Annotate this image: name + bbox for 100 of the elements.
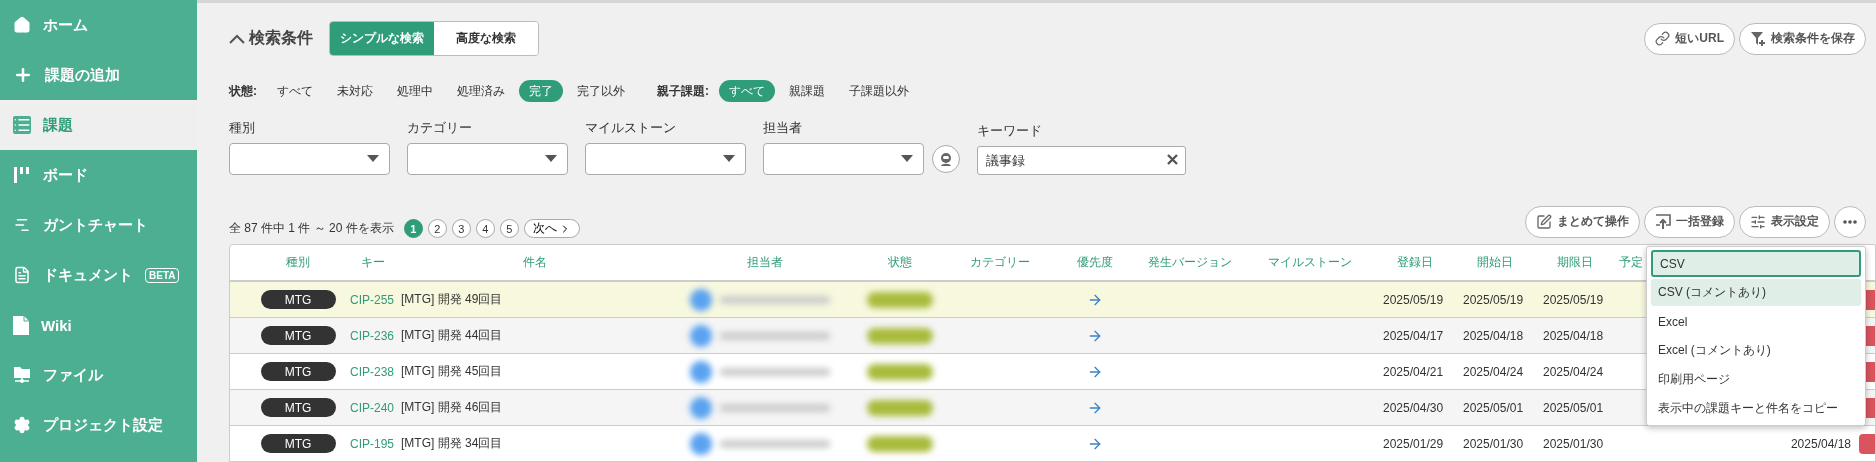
issue-type-tag: MTG <box>260 362 336 381</box>
column-header[interactable]: 開始日 <box>1477 254 1513 271</box>
issue-type-tag: MTG <box>260 290 336 309</box>
upload-icon <box>1655 213 1671 230</box>
table-cell-text: 2025/05/19 <box>1462 292 1525 307</box>
select-field[interactable] <box>585 143 746 175</box>
blurred-status-badge <box>867 435 933 452</box>
blurred-avatar <box>690 396 712 419</box>
action-button[interactable]: 検索条件を保存 <box>1739 22 1866 55</box>
person-icon <box>938 151 954 167</box>
filter-option[interactable]: 親課題 <box>779 80 835 102</box>
table-cell-text: 2025/04/24 <box>1462 364 1525 379</box>
field-label: マイルストーン <box>585 119 677 137</box>
blurred-status-badge <box>867 399 933 416</box>
table-cell-text: 2025/01/30 <box>1462 436 1525 451</box>
column-header[interactable]: マイルストーン <box>1268 254 1352 271</box>
issue-type-tag: MTG <box>260 326 336 345</box>
column-header[interactable]: カテゴリー <box>970 254 1030 271</box>
settings-icon <box>13 416 31 434</box>
document-icon <box>13 266 31 284</box>
blurred-avatar <box>690 288 712 311</box>
column-header[interactable]: 予定 <box>1615 254 1643 271</box>
home-icon <box>13 16 31 34</box>
edit-icon <box>1536 213 1552 230</box>
gantt-chart-icon <box>13 216 31 234</box>
dropdown-caret-icon <box>367 155 379 163</box>
field-label: 種別 <box>229 119 256 137</box>
blurred-avatar <box>690 432 712 455</box>
column-header[interactable]: キー <box>360 254 385 271</box>
plus-icon <box>13 65 33 85</box>
blurred-status-badge <box>867 291 933 308</box>
column-header[interactable]: 種別 <box>286 254 310 271</box>
table-cell-text: 2025/04/24 <box>1542 364 1605 379</box>
filter-option[interactable]: 未対応 <box>327 80 383 102</box>
field-label: キーワード <box>977 122 1043 140</box>
table-cell-text: 2025/01/29 <box>1382 436 1445 451</box>
table-cell-text: 2025/04/30 <box>1382 400 1445 415</box>
search-mode-tab[interactable]: 高度な検索 <box>434 22 538 55</box>
issue-type-tag: MTG <box>260 398 336 417</box>
chevron-up-icon <box>229 33 245 44</box>
more-icon <box>1843 219 1857 224</box>
table-cell-text: 2025/05/01 <box>1542 400 1605 415</box>
table-cell-text: 2025/05/19 <box>1542 292 1605 307</box>
keyword-field[interactable]: 議事録 <box>977 146 1186 175</box>
column-header[interactable]: 登録日 <box>1397 254 1433 271</box>
select-field[interactable] <box>229 143 390 175</box>
toolbar-button[interactable]: 一括登録 <box>1644 205 1735 238</box>
filter-label: 状態: <box>229 82 257 100</box>
clear-icon <box>1167 154 1178 165</box>
filter-option[interactable]: すべて <box>267 80 323 102</box>
sliders-icon <box>1750 213 1766 230</box>
menu-item[interactable]: 印刷用ページ <box>1651 366 1861 393</box>
column-header[interactable]: 期限日 <box>1557 254 1593 271</box>
column-header[interactable]: 状態 <box>888 254 912 271</box>
page-link[interactable]: 5 <box>499 219 519 238</box>
page-link[interactable]: 4 <box>475 219 495 238</box>
page-link[interactable]: 2 <box>427 219 447 238</box>
table-cell-text: [MTG] 開発 44回目 <box>400 327 504 344</box>
field-label: 担当者 <box>763 119 803 137</box>
link-icon <box>1655 31 1671 46</box>
table-cell-text: [MTG] 開発 45回目 <box>400 363 504 380</box>
table-cell-text: 2025/04/18 <box>1542 328 1605 343</box>
toolbar-button[interactable]: 表示設定 <box>1739 205 1830 238</box>
blurred-status-badge <box>867 327 933 344</box>
toolbar-button[interactable]: まとめて操作 <box>1525 205 1640 238</box>
table-cell: 2025/04/18 <box>1790 436 1851 451</box>
more-button[interactable] <box>1834 205 1866 238</box>
search-conditions-toggle[interactable]: 検索条件 <box>229 28 313 49</box>
filter-option[interactable]: 処理済み <box>447 80 515 102</box>
board-icon <box>13 166 31 184</box>
page-link[interactable]: 3 <box>451 219 471 238</box>
field-label: カテゴリー <box>407 119 473 137</box>
blurred-status-badge <box>867 363 933 380</box>
column-header[interactable]: 発生バージョン <box>1148 254 1232 271</box>
table-cell-text: 2025/05/01 <box>1462 400 1525 415</box>
folder-network-icon <box>13 366 31 384</box>
filter-option[interactable]: 完了以外 <box>567 80 635 102</box>
filter-label: 親子課題: <box>657 82 709 100</box>
next-page-button[interactable]: 次へ <box>523 219 580 238</box>
blurred-avatar <box>690 360 712 383</box>
assign-to-me-button[interactable] <box>932 145 960 173</box>
column-header[interactable]: 担当者 <box>747 254 783 271</box>
blurred-avatar <box>690 324 712 347</box>
result-summary: 全 87 件中 1 件 ～ 20 件を表示 <box>229 220 394 237</box>
dropdown-caret-icon <box>901 155 913 163</box>
filter-option[interactable]: 子課題以外 <box>839 80 919 102</box>
action-button[interactable]: 短いURL <box>1644 22 1735 55</box>
list-icon <box>13 116 31 134</box>
filter-option[interactable]: 処理中 <box>387 80 443 102</box>
status-tag <box>1859 433 1875 454</box>
column-header[interactable]: 件名 <box>523 254 547 271</box>
table-cell-text: [MTG] 開発 49回目 <box>400 291 504 308</box>
menu-item[interactable]: CSV (コメントあり) <box>1651 279 1861 306</box>
select-field[interactable] <box>763 143 924 175</box>
menu-item[interactable]: 表示中の課題キーと件名をコピー <box>1651 395 1861 422</box>
column-header[interactable]: 優先度 <box>1077 254 1113 271</box>
table-cell-text: 2025/01/30 <box>1542 436 1605 451</box>
dropdown-caret-icon <box>545 155 557 163</box>
menu-item[interactable]: CSV <box>1651 250 1861 277</box>
select-field[interactable] <box>407 143 568 175</box>
